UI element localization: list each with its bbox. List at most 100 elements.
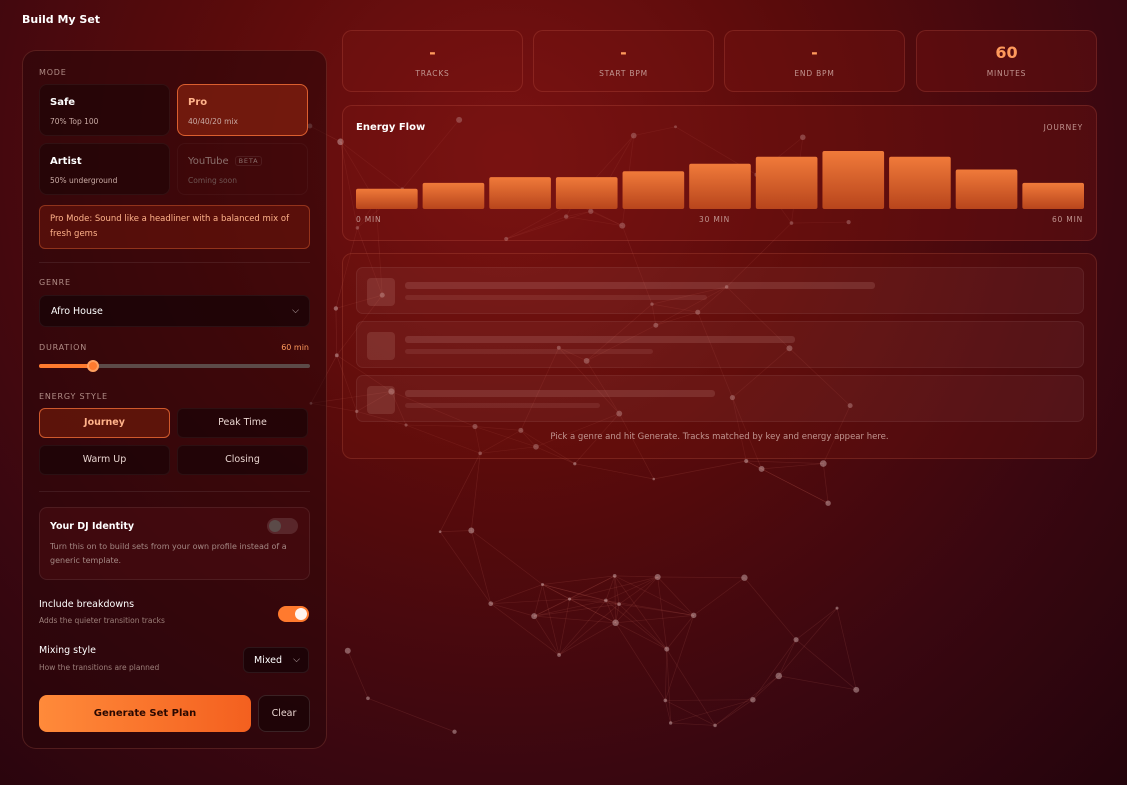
network-link [618, 603, 668, 650]
energy-bar [489, 177, 551, 209]
network-link [542, 584, 620, 605]
network-link [614, 575, 658, 578]
stat-value: - [620, 43, 627, 62]
network-link [619, 603, 694, 616]
network-link [439, 531, 492, 604]
energy-bar [689, 163, 751, 209]
network-link [542, 584, 606, 601]
network-link [670, 699, 753, 724]
genre-select[interactable]: Afro House ⌵ [39, 295, 310, 327]
network-link [665, 700, 716, 726]
mode-label: MODE [39, 68, 67, 77]
breakdowns-title: Include breakdowns [39, 599, 135, 610]
network-node [366, 696, 370, 701]
network-node [825, 500, 831, 506]
x-tick-mid: 30 MIN [699, 215, 731, 224]
stat-minutes: 60 MINUTES [916, 30, 1097, 92]
mode-sub: 50% underground [50, 176, 118, 185]
network-link [778, 675, 857, 691]
energy-warm-up-button[interactable]: Warm Up [39, 445, 170, 475]
network-node [713, 723, 717, 728]
network-link [665, 699, 753, 701]
network-link [542, 584, 616, 624]
network-node [668, 721, 673, 725]
mixing-title: Mixing style [39, 645, 96, 656]
duration-slider[interactable] [39, 360, 310, 372]
dj-identity-card: Your DJ Identity Turn this on to build s… [39, 507, 310, 580]
network-link [618, 576, 658, 605]
energy-closing-button[interactable]: Closing [177, 445, 308, 475]
network-node [664, 646, 670, 652]
mixing-style-select[interactable]: Mixed ⌵ [243, 647, 309, 673]
stat-start-bpm: - START BPM [533, 30, 714, 92]
network-link [664, 700, 671, 724]
energy-bar [755, 156, 818, 209]
network-link [605, 600, 620, 605]
breakdowns-toggle[interactable] [278, 606, 309, 622]
energy-peak-time-button[interactable]: Peak Time [177, 408, 308, 438]
mode-name: Safe [50, 97, 76, 108]
clear-button[interactable]: Clear [258, 695, 310, 732]
stat-value: 60 [995, 43, 1018, 62]
identity-toggle[interactable] [267, 518, 298, 534]
network-link [490, 603, 535, 617]
network-link [666, 649, 671, 723]
stat-tracks: - TRACKS [342, 30, 523, 92]
network-link [657, 576, 745, 579]
network-node [654, 573, 661, 581]
stat-value: - [811, 43, 818, 62]
toggle-knob [295, 608, 307, 620]
energy-bar [622, 171, 685, 209]
network-node [604, 598, 608, 603]
energy-flow-chart [356, 151, 1084, 209]
network-link [714, 675, 779, 726]
chevron-down-icon: ⌵ [292, 306, 299, 316]
network-link [490, 603, 560, 656]
network-link [746, 460, 829, 504]
network-link [615, 622, 667, 650]
network-link [615, 622, 666, 701]
energy-bar [1022, 182, 1084, 209]
duration-label: DURATION [39, 343, 88, 352]
x-tick-start: 0 MIN [356, 215, 382, 224]
network-node [333, 306, 339, 311]
network-link [614, 575, 668, 650]
mode-safe[interactable]: Safe 70% Top 100 [39, 84, 170, 136]
empty-state-message: Pick a genre and hit Generate. Tracks ma… [550, 432, 889, 442]
mixing-style-value: Mixed [254, 655, 283, 666]
network-node [452, 729, 457, 734]
generate-button[interactable]: Generate Set Plan [39, 695, 251, 732]
genre-label: GENRE [39, 278, 71, 287]
track-placeholder-row [356, 267, 1084, 314]
chevron-down-icon: ⌵ [293, 655, 300, 665]
network-link [490, 584, 543, 605]
network-link [574, 463, 654, 480]
network-node [741, 574, 748, 581]
page-title: Build My Set [22, 13, 101, 26]
network-node [438, 530, 442, 534]
stat-end-bpm: - END BPM [724, 30, 905, 92]
network-node [334, 353, 339, 358]
toggle-knob [269, 520, 281, 532]
mode-pro[interactable]: Pro 40/40/20 mix [177, 84, 308, 136]
network-link [558, 600, 607, 656]
network-node [567, 597, 572, 601]
network-node [775, 672, 783, 680]
network-link [657, 576, 668, 650]
slider-thumb[interactable] [87, 360, 100, 372]
network-link [533, 584, 543, 617]
network-link [836, 608, 857, 690]
network-link [534, 603, 620, 617]
network-link [558, 603, 620, 656]
stat-label: END BPM [794, 69, 835, 78]
chart-title: Energy Flow [356, 122, 426, 133]
mode-sub: 40/40/20 mix [188, 117, 238, 126]
network-link [542, 584, 570, 600]
mode-artist[interactable]: Artist 50% underground [39, 143, 170, 195]
track-thumb-placeholder [367, 278, 395, 306]
network-link [367, 697, 455, 733]
energy-journey-button[interactable]: Journey [39, 408, 170, 438]
network-node [468, 527, 475, 534]
duration-value: 60 min [281, 343, 309, 352]
network-link [440, 530, 472, 533]
